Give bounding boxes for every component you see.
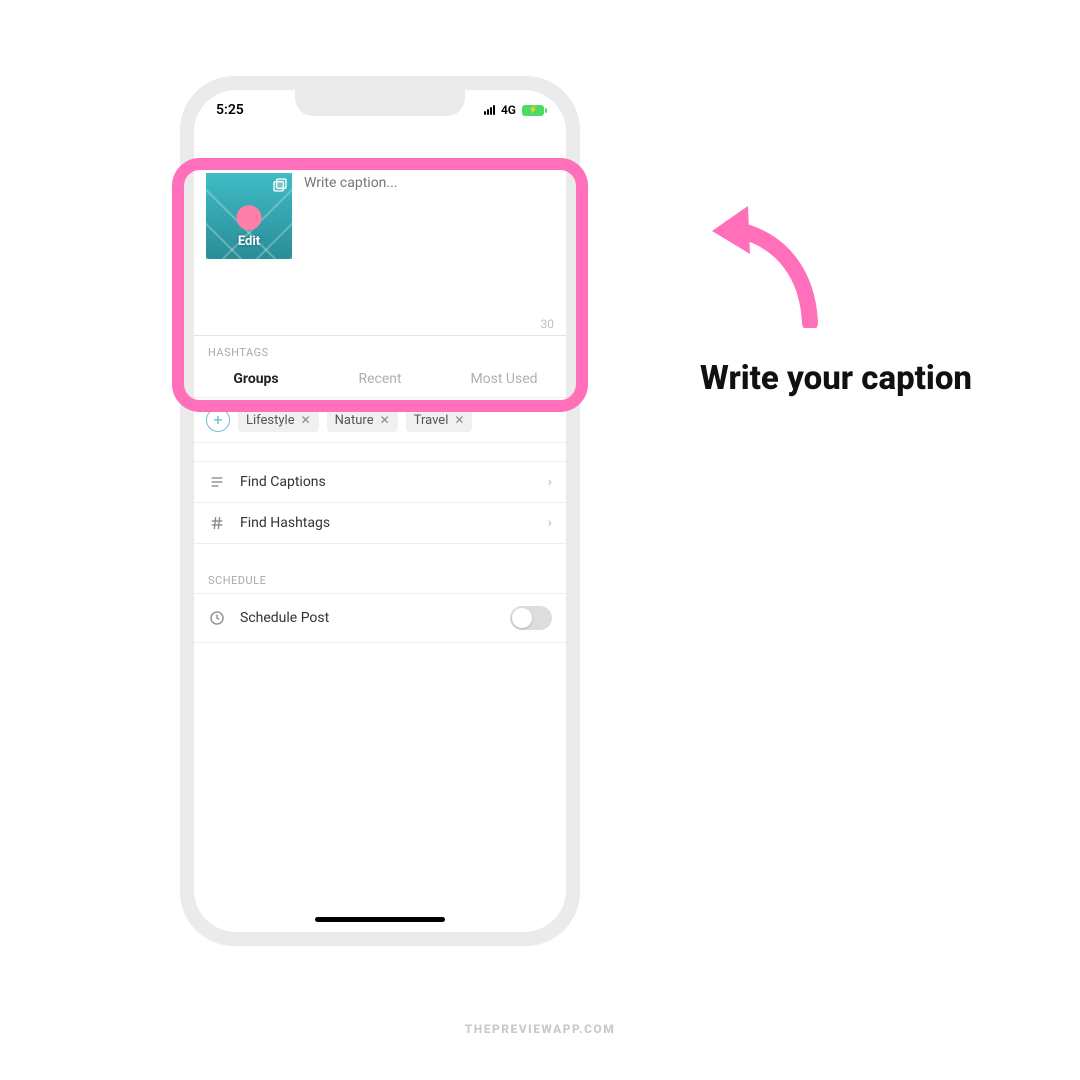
find-captions-label: Find Captions <box>240 474 534 490</box>
tab-recent[interactable]: Recent <box>318 365 442 397</box>
close-icon[interactable]: ✕ <box>301 413 311 427</box>
tab-most-used[interactable]: Most Used <box>442 365 566 397</box>
find-captions-row[interactable]: Find Captions › <box>194 462 566 503</box>
schedule-section: SCHEDULE Schedule Post <box>194 564 566 643</box>
battery-icon: ⚡ <box>522 105 544 116</box>
tab-groups[interactable]: Groups <box>194 365 318 397</box>
signal-icon <box>484 105 495 115</box>
home-indicator[interactable] <box>315 917 445 922</box>
chip-label: Travel <box>414 413 449 428</box>
close-icon[interactable]: ✕ <box>380 413 390 427</box>
chevron-right-icon: › <box>548 515 552 531</box>
schedule-post-row: Schedule Post <box>194 593 566 643</box>
char-count: 30 <box>206 259 554 331</box>
clock-icon <box>208 610 226 626</box>
chevron-right-icon: › <box>548 474 552 490</box>
chip-label: Lifestyle <box>246 413 295 428</box>
caption-input[interactable] <box>302 173 554 259</box>
hashtag-icon <box>208 515 226 531</box>
actions-list: Find Captions › Find Hashtags › <box>194 461 566 544</box>
schedule-label: SCHEDULE <box>194 564 566 593</box>
close-icon[interactable]: ✕ <box>454 413 464 427</box>
find-hashtags-row[interactable]: Find Hashtags › <box>194 503 566 544</box>
annotation-text: Write your caption <box>700 358 1000 400</box>
chip-nature[interactable]: Nature ✕ <box>327 409 398 432</box>
find-hashtags-label: Find Hashtags <box>240 515 534 531</box>
phone-notch <box>295 90 465 116</box>
annotation: Write your caption <box>700 188 1000 400</box>
schedule-toggle[interactable] <box>510 606 552 630</box>
chip-travel[interactable]: Travel ✕ <box>406 409 473 432</box>
add-group-button[interactable]: + <box>206 408 230 432</box>
chip-lifestyle[interactable]: Lifestyle ✕ <box>238 409 319 432</box>
schedule-post-label: Schedule Post <box>240 610 496 626</box>
captions-icon <box>208 474 226 490</box>
phone-screen: 5:25 4G ⚡ Edit <box>194 90 566 932</box>
arrow-icon <box>700 188 1000 332</box>
multi-image-icon <box>272 177 288 193</box>
chips-row: + Lifestyle ✕ Nature ✕ Travel ✕ <box>194 398 566 443</box>
edit-label[interactable]: Edit <box>206 234 292 249</box>
hashtags-tabs: Groups Recent Most Used <box>194 365 566 398</box>
hashtags-label: HASHTAGS <box>194 336 566 365</box>
post-thumbnail[interactable]: Edit <box>206 173 292 259</box>
network-label: 4G <box>501 103 516 117</box>
chip-label: Nature <box>335 413 374 428</box>
phone-frame: 5:25 4G ⚡ Edit <box>180 76 580 946</box>
status-time: 5:25 <box>216 102 244 118</box>
hashtags-section: HASHTAGS Groups Recent Most Used + Lifes… <box>194 336 566 443</box>
footer-brand: THEPREVIEWAPP.COM <box>465 1022 615 1036</box>
caption-area: Edit 30 <box>194 162 566 336</box>
